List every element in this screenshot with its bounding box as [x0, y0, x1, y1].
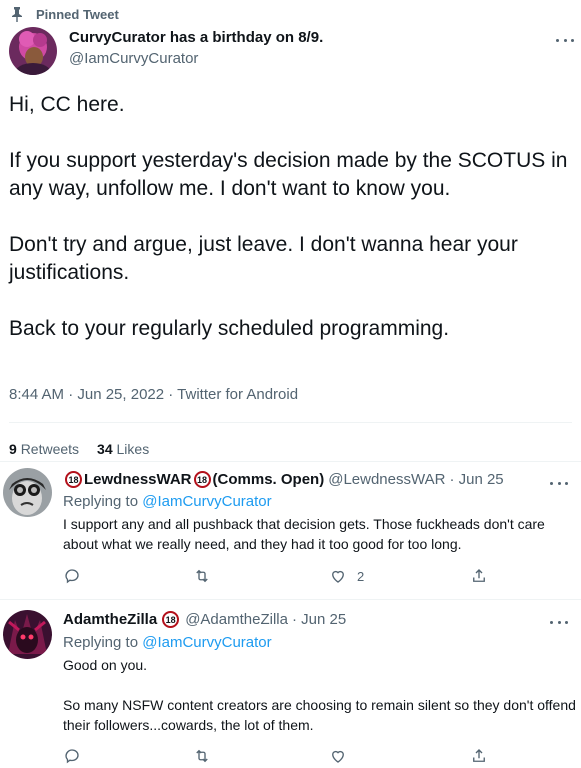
- reply-name-suffix[interactable]: (Comms. Open): [213, 471, 325, 488]
- badge-18-icon: 18: [162, 611, 180, 628]
- more-icon[interactable]: [548, 614, 570, 630]
- avatar[interactable]: [3, 468, 52, 517]
- reply-tweet[interactable]: AdamtheZilla 18 @AdamtheZilla · Jun 25 R…: [0, 599, 581, 768]
- like-icon: [332, 750, 344, 763]
- pinned-tweet-label: Pinned Tweet: [8, 4, 119, 24]
- handle[interactable]: @IamCurvyCurator: [69, 50, 198, 67]
- share-button[interactable]: [470, 747, 488, 765]
- reply-header: 18 LewdnessWAR 18 (Comms. Open) @Lewdnes…: [63, 471, 504, 488]
- retweet-icon: [196, 749, 208, 763]
- tweet-text: Hi, CC here. If you support yesterday's …: [9, 91, 574, 343]
- badge-18-icon: 18: [65, 471, 82, 488]
- reply-handle[interactable]: @LewdnessWAR: [328, 471, 445, 488]
- like-button[interactable]: [329, 747, 357, 765]
- tweet-stats: 9 Retweets 34 Likes: [9, 441, 149, 457]
- replying-to-link[interactable]: @IamCurvyCurator: [142, 493, 271, 510]
- tweet-paragraph: Don't try and argue, just leave. I don't…: [9, 233, 518, 284]
- reply-button[interactable]: [63, 747, 81, 765]
- reply-button[interactable]: [63, 567, 81, 585]
- tweet-meta[interactable]: 8:44 AM · Jun 25, 2022 · Twitter for And…: [9, 386, 298, 403]
- replying-to-link[interactable]: @IamCurvyCurator: [142, 634, 271, 651]
- retweet-button[interactable]: [193, 567, 211, 585]
- replying-label: Replying to: [63, 634, 139, 651]
- pinned-text: Pinned Tweet: [36, 6, 119, 22]
- reply-header: AdamtheZilla 18 @AdamtheZilla · Jun 25: [63, 611, 346, 628]
- likes-stat[interactable]: 34 Likes: [97, 441, 149, 457]
- retweets-label: Retweets: [20, 441, 80, 457]
- retweet-button[interactable]: [193, 747, 211, 765]
- more-icon[interactable]: [554, 32, 576, 48]
- avatar-image: [9, 27, 57, 75]
- tweet-paragraph: Back to your regularly scheduled program…: [9, 317, 450, 340]
- retweet-icon: [196, 569, 208, 583]
- reply-icon: [65, 749, 79, 764]
- reply-actions: [63, 747, 503, 767]
- likes-label: Likes: [116, 441, 150, 457]
- tweet-paragraph: If you support yesterday's decision made…: [9, 149, 568, 200]
- reply-paragraph: Good on you.: [63, 657, 148, 673]
- retweets-stat[interactable]: 9 Retweets: [9, 441, 79, 457]
- reply-paragraph: I support any and all pushback that deci…: [63, 516, 545, 552]
- avatar[interactable]: [3, 610, 52, 659]
- pin-icon: [12, 7, 22, 22]
- avatar-image: [3, 468, 52, 517]
- share-icon: [473, 749, 485, 762]
- avatar[interactable]: [9, 27, 57, 75]
- more-icon[interactable]: [548, 475, 570, 491]
- reply-tweet[interactable]: 18 LewdnessWAR 18 (Comms. Open) @Lewdnes…: [0, 461, 581, 599]
- replying-to: Replying to @IamCurvyCurator: [63, 634, 272, 651]
- reply-text: Good on you. So many NSFW content creato…: [63, 655, 578, 735]
- avatar-image: [3, 610, 52, 659]
- reply-icon: [65, 569, 79, 584]
- retweets-count: 9: [9, 441, 17, 457]
- likes-count: 34: [97, 441, 113, 457]
- reply-display-name[interactable]: AdamtheZilla: [63, 611, 157, 628]
- share-button[interactable]: [470, 567, 488, 585]
- like-count: 2: [357, 568, 365, 584]
- reply-actions: 2: [63, 567, 503, 587]
- reply-text: I support any and all pushback that deci…: [63, 514, 578, 554]
- reply-date[interactable]: · Jun 25: [292, 611, 346, 628]
- replying-label: Replying to: [63, 493, 139, 510]
- replying-to: Replying to @IamCurvyCurator: [63, 493, 272, 510]
- display-name[interactable]: CurvyCurator has a birthday on 8/9.: [69, 29, 323, 46]
- badge-18-icon: 18: [193, 471, 211, 488]
- share-icon: [473, 569, 485, 582]
- reply-date[interactable]: · Jun 25: [449, 471, 503, 488]
- like-icon: [332, 570, 344, 583]
- reply-paragraph: So many NSFW content creators are choosi…: [63, 697, 576, 733]
- divider: [9, 422, 572, 423]
- reply-display-name[interactable]: LewdnessWAR: [84, 471, 192, 488]
- tweet-paragraph: Hi, CC here.: [9, 93, 125, 116]
- reply-handle[interactable]: @AdamtheZilla: [185, 611, 288, 628]
- like-button[interactable]: 2: [329, 567, 364, 585]
